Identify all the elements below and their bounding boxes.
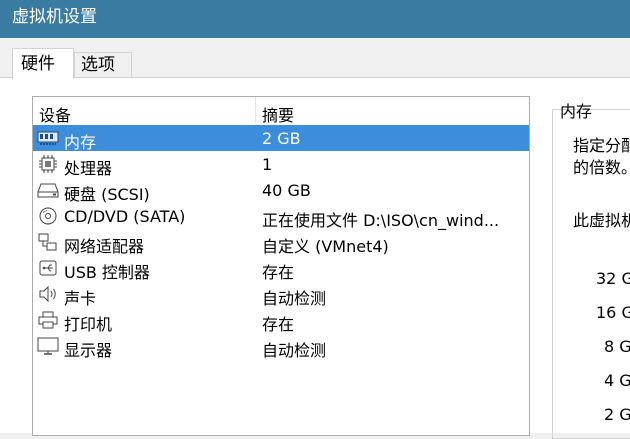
device-name: 打印机 [64, 315, 113, 334]
hard-disk-icon [37, 181, 59, 199]
column-header-summary[interactable]: 摘要 [262, 102, 294, 126]
sound-card-icon [37, 285, 59, 303]
network-adapter-icon [37, 233, 59, 251]
title-bar: 虚拟机设置 [0, 0, 630, 38]
device-summary: 自动检测 [262, 341, 327, 360]
processor-icon [37, 155, 59, 173]
device-name: 声卡 [64, 289, 97, 308]
memory-groupbox-title: 内存 [560, 102, 593, 121]
device-summary: 自定义 (VMnet4) [262, 237, 389, 256]
memory-scale-label: 2 G [604, 405, 630, 424]
device-name: 显示器 [64, 341, 113, 360]
memory-scale-label: 32 G [596, 269, 630, 288]
device-row-sound-card[interactable]: 声卡 自动检测 [33, 281, 529, 308]
device-list-header: 设备 摘要 [33, 97, 529, 126]
memory-info-text: 此虚拟机 [573, 211, 630, 230]
memory-description: 的倍数。 [573, 158, 630, 177]
hardware-panel: 设备 摘要 内存 2 GB 处理器 1 硬盘 (SCSI) 40 GB CD/D… [0, 77, 630, 439]
device-row-printer[interactable]: 打印机 存在 [33, 307, 529, 334]
tab-options[interactable]: 选项 [74, 52, 132, 78]
device-row-hard-disk[interactable]: 硬盘 (SCSI) 40 GB [33, 177, 529, 204]
window-title: 虚拟机设置 [12, 7, 97, 27]
device-row-processor[interactable]: 处理器 1 [33, 151, 529, 178]
usb-icon [37, 259, 59, 277]
device-name: 内存 [64, 133, 97, 152]
memory-icon [37, 129, 59, 147]
memory-scale-label: 4 G [604, 371, 630, 390]
device-row-usb-controller[interactable]: USB 控制器 存在 [33, 255, 529, 282]
device-name: 网络适配器 [64, 237, 145, 256]
device-name: 处理器 [64, 159, 113, 178]
device-row-display[interactable]: 显示器 自动检测 [33, 333, 529, 360]
cd-dvd-icon [37, 207, 59, 225]
column-header-device[interactable]: 设备 [39, 102, 71, 126]
device-summary: 自动检测 [262, 289, 327, 308]
column-separator [255, 97, 256, 123]
device-list[interactable]: 设备 摘要 内存 2 GB 处理器 1 硬盘 (SCSI) 40 GB CD/D… [32, 96, 530, 436]
printer-icon [37, 311, 59, 329]
device-summary: 40 GB [262, 181, 311, 200]
device-summary: 存在 [262, 315, 295, 334]
device-name: USB 控制器 [64, 263, 150, 282]
device-summary: 2 GB [262, 129, 301, 148]
device-name: CD/DVD (SATA) [64, 207, 186, 226]
memory-scale-label: 8 G [604, 337, 630, 356]
device-name: 硬盘 (SCSI) [64, 185, 150, 204]
display-icon [37, 337, 59, 355]
device-summary: 存在 [262, 263, 295, 282]
memory-scale-label: 16 G [596, 303, 630, 322]
device-row-cd-dvd[interactable]: CD/DVD (SATA) 正在使用文件 D:\ISO\cn_wind... [33, 203, 529, 230]
device-summary: 正在使用文件 D:\ISO\cn_wind... [262, 211, 500, 230]
device-row-network-adapter[interactable]: 网络适配器 自定义 (VMnet4) [33, 229, 529, 256]
memory-description: 指定分配 [573, 136, 630, 155]
tab-hardware[interactable]: 硬件 [12, 48, 74, 79]
device-summary: 1 [262, 155, 273, 174]
tab-strip: 硬件 选项 [0, 38, 630, 79]
device-row-memory[interactable]: 内存 2 GB [33, 125, 529, 152]
